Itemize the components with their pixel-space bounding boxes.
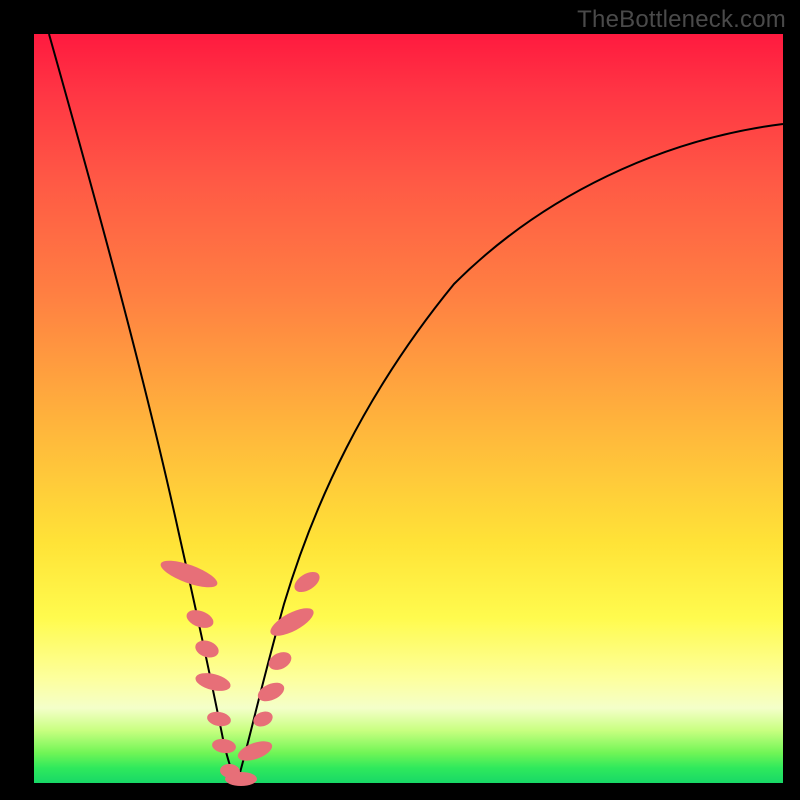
watermark-text: TheBottleneck.com — [577, 6, 786, 34]
plot-area — [34, 34, 783, 783]
marker-left-6 — [211, 737, 237, 754]
marker-left-3 — [193, 638, 221, 661]
marker-right-3 — [255, 679, 287, 705]
marker-right-5 — [267, 603, 318, 641]
marker-right-1 — [235, 737, 274, 764]
marker-right-6 — [291, 568, 323, 596]
marker-minimum — [225, 772, 257, 786]
chart-frame: TheBottleneck.com — [0, 0, 800, 800]
left-curve — [49, 34, 237, 783]
marker-left-5 — [206, 710, 232, 728]
marker-group — [158, 555, 323, 786]
right-curve — [237, 124, 783, 783]
chart-svg — [34, 34, 783, 783]
marker-left-1 — [158, 555, 221, 592]
